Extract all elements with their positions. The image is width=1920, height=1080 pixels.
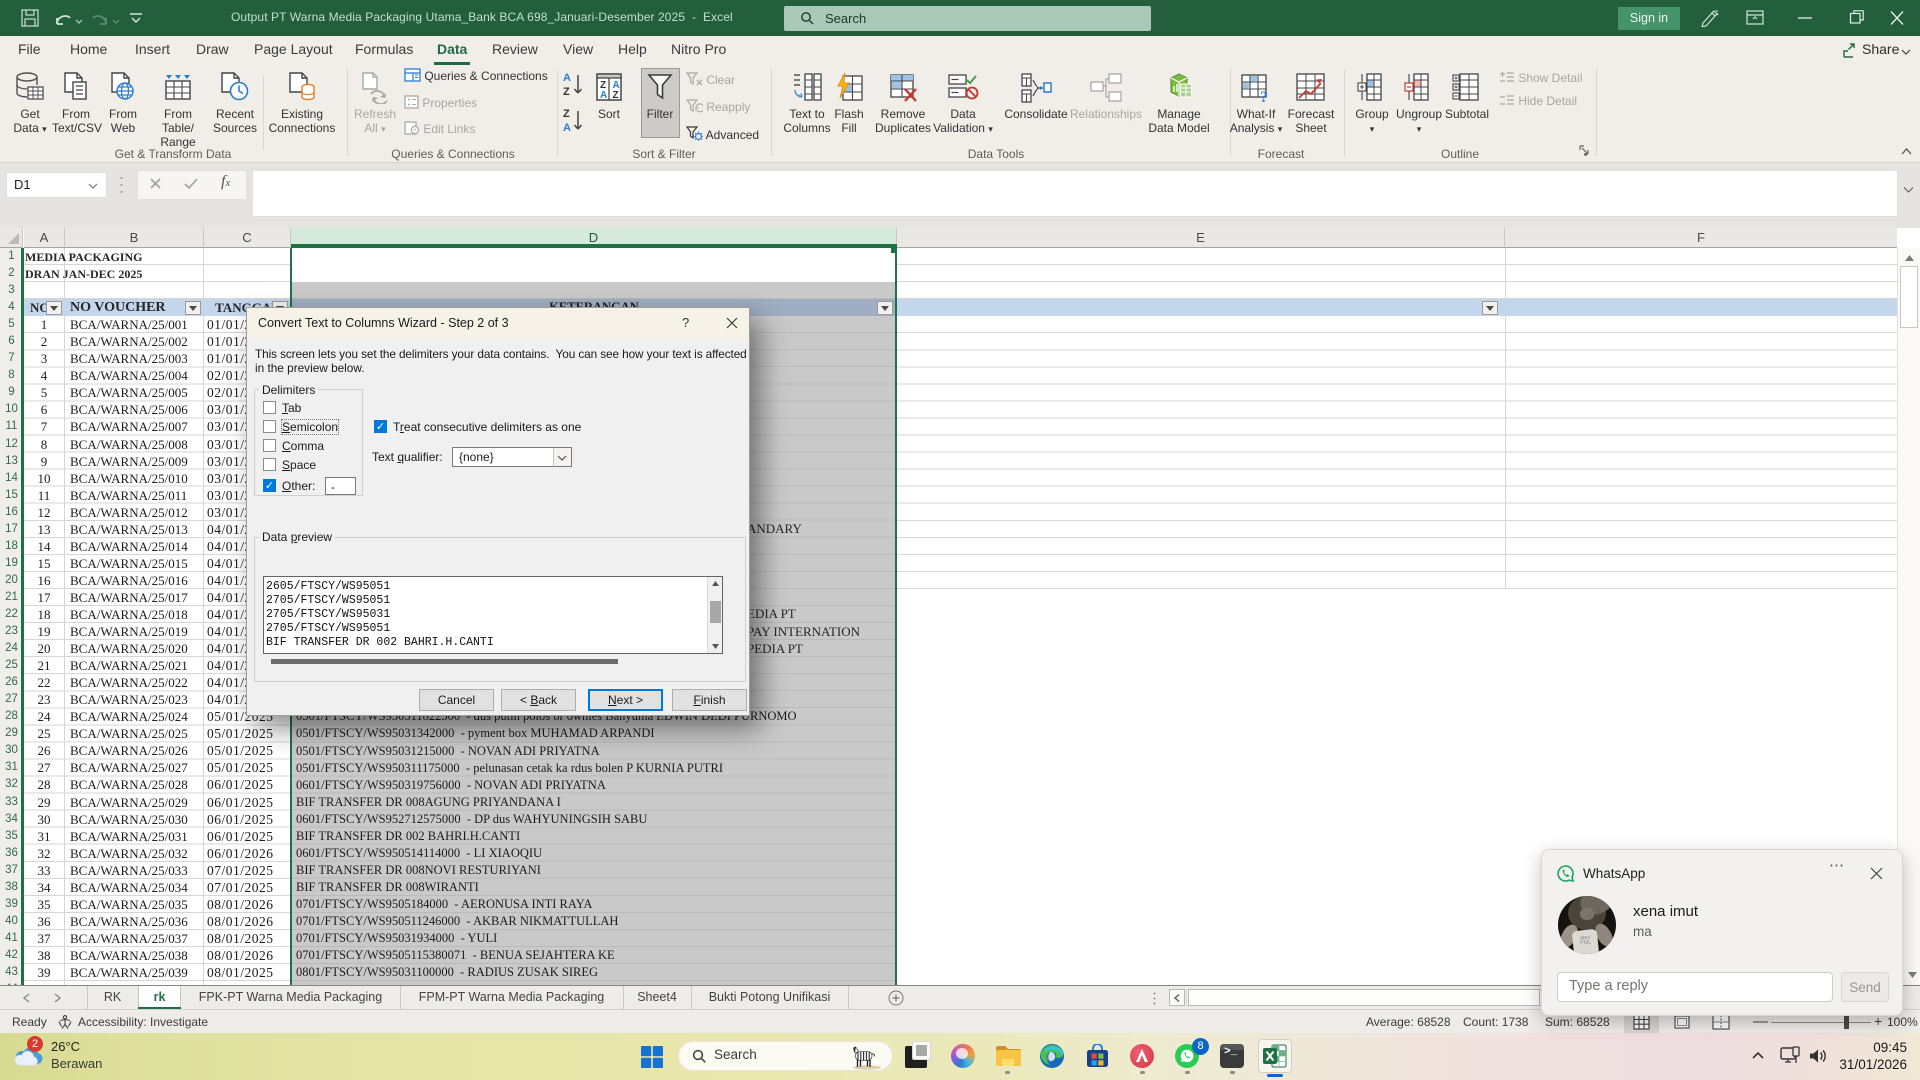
svg-text:A: A (563, 122, 571, 134)
svg-text:A: A (563, 72, 571, 84)
svg-text:Z: Z (563, 86, 570, 98)
svg-text:?: ? (1260, 89, 1268, 104)
svg-text:A: A (600, 90, 607, 101)
svg-text:Z: Z (613, 90, 619, 101)
svg-text:Z: Z (563, 108, 570, 120)
